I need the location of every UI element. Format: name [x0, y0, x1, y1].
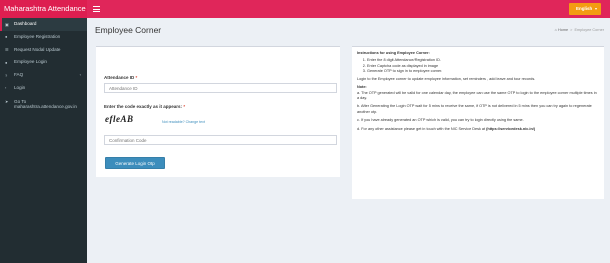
instructions-title: Instructions for using Employee Corner: — [357, 50, 430, 55]
attendance-id-label: Attendance ID * — [104, 75, 137, 80]
sidebar-item-label: Request Nodal Update — [14, 46, 61, 52]
breadcrumb: ⌂ Home > Employee Corner — [555, 28, 604, 32]
captcha-label-text: Enter the code exactly as it appears: — [104, 104, 183, 109]
required-mark: * — [135, 75, 138, 80]
breadcrumb-separator: > — [570, 28, 573, 32]
globe-icon: ➤ — [5, 98, 9, 104]
breadcrumb-current: Employee Corner — [574, 28, 604, 32]
page-title: Employee Corner — [95, 25, 162, 35]
home-icon: ⌂ — [554, 28, 557, 32]
required-mark: * — [183, 104, 186, 109]
note-d-text: d. For any other assistance please get i… — [357, 126, 487, 131]
note-d: d. For any other assistance please get i… — [357, 127, 599, 132]
question-icon: ? — [5, 72, 8, 78]
attendance-id-label-text: Attendance ID — [104, 75, 135, 80]
sidebar-item-sublabel: maharashtra.attendance.gov.in — [14, 103, 77, 109]
captcha-image: efleAB — [105, 114, 134, 124]
top-navbar: English — [87, 0, 610, 18]
dashboard-icon: ▣ — [5, 21, 9, 27]
sidebar-item-employee-login[interactable]: ● Employee Login — [0, 56, 87, 69]
sidebar-item-goto-site[interactable]: ➤ Go To maharashtra.attendance.gov.in — [0, 95, 87, 113]
sidebar-item-label: Login — [14, 84, 26, 90]
brand-logo[interactable]: Maharashtra Attendance — [0, 0, 87, 18]
list-icon: ☰ — [5, 47, 9, 53]
sidebar-item-label: FAQ — [14, 72, 24, 78]
breadcrumb-home[interactable]: Home — [558, 28, 568, 32]
sidebar-item-label: Dashboard — [14, 21, 37, 26]
change-captcha-link[interactable]: Not readable? Change text — [162, 120, 205, 124]
sidebar-item-dashboard[interactable]: ▣ Dashboard — [0, 18, 87, 31]
instructions-box: Instructions for using Employee Corner: … — [352, 46, 604, 199]
sidebar-item-faq[interactable]: ? FAQ ‹ — [0, 69, 87, 82]
sidebar-item-label: Employee Registration — [14, 33, 61, 39]
note-b: b. After Generating the Login OTP wait f… — [357, 104, 592, 114]
language-dropdown[interactable]: English — [569, 3, 601, 15]
chevron-icon: ‹ — [5, 85, 7, 91]
captcha-label: Enter the code exactly as it appears: * — [104, 104, 185, 109]
sidebar: ▣ Dashboard ● Employee Registration ☰ Re… — [0, 18, 87, 263]
service-desk-link[interactable]: (https://servicedesk.nic.in/) — [486, 127, 535, 131]
users-icon: ● — [5, 34, 8, 40]
sidebar-item-login[interactable]: ‹ Login — [0, 82, 87, 95]
note-a: a. The OTP generated will be valid for o… — [357, 90, 597, 100]
main-content: Employee Corner ⌂ Home > Employee Corner… — [87, 18, 610, 263]
user-icon: ● — [5, 59, 8, 65]
confirmation-code-input[interactable] — [104, 135, 337, 145]
login-form-box: Attendance ID * Enter the code exactly a… — [96, 46, 340, 177]
list-item: Generate OTP to sign in to employee corn… — [367, 69, 599, 74]
menu-toggle-icon[interactable] — [93, 6, 100, 12]
language-label: English — [576, 6, 593, 11]
caret-down-icon — [595, 8, 597, 10]
instructions-steps: Enter the 8 digit Attendance/Registratio… — [357, 58, 599, 74]
chevron-left-icon: ‹ — [79, 72, 81, 78]
attendance-id-input[interactable] — [104, 83, 337, 93]
sidebar-item-label: Employee Login — [14, 59, 47, 65]
sidebar-item-employee-registration[interactable]: ● Employee Registration — [0, 31, 87, 44]
sidebar-item-request-nodal-update[interactable]: ☰ Request Nodal Update — [0, 44, 87, 57]
generate-otp-button[interactable]: Generate Login Otp — [105, 157, 165, 169]
